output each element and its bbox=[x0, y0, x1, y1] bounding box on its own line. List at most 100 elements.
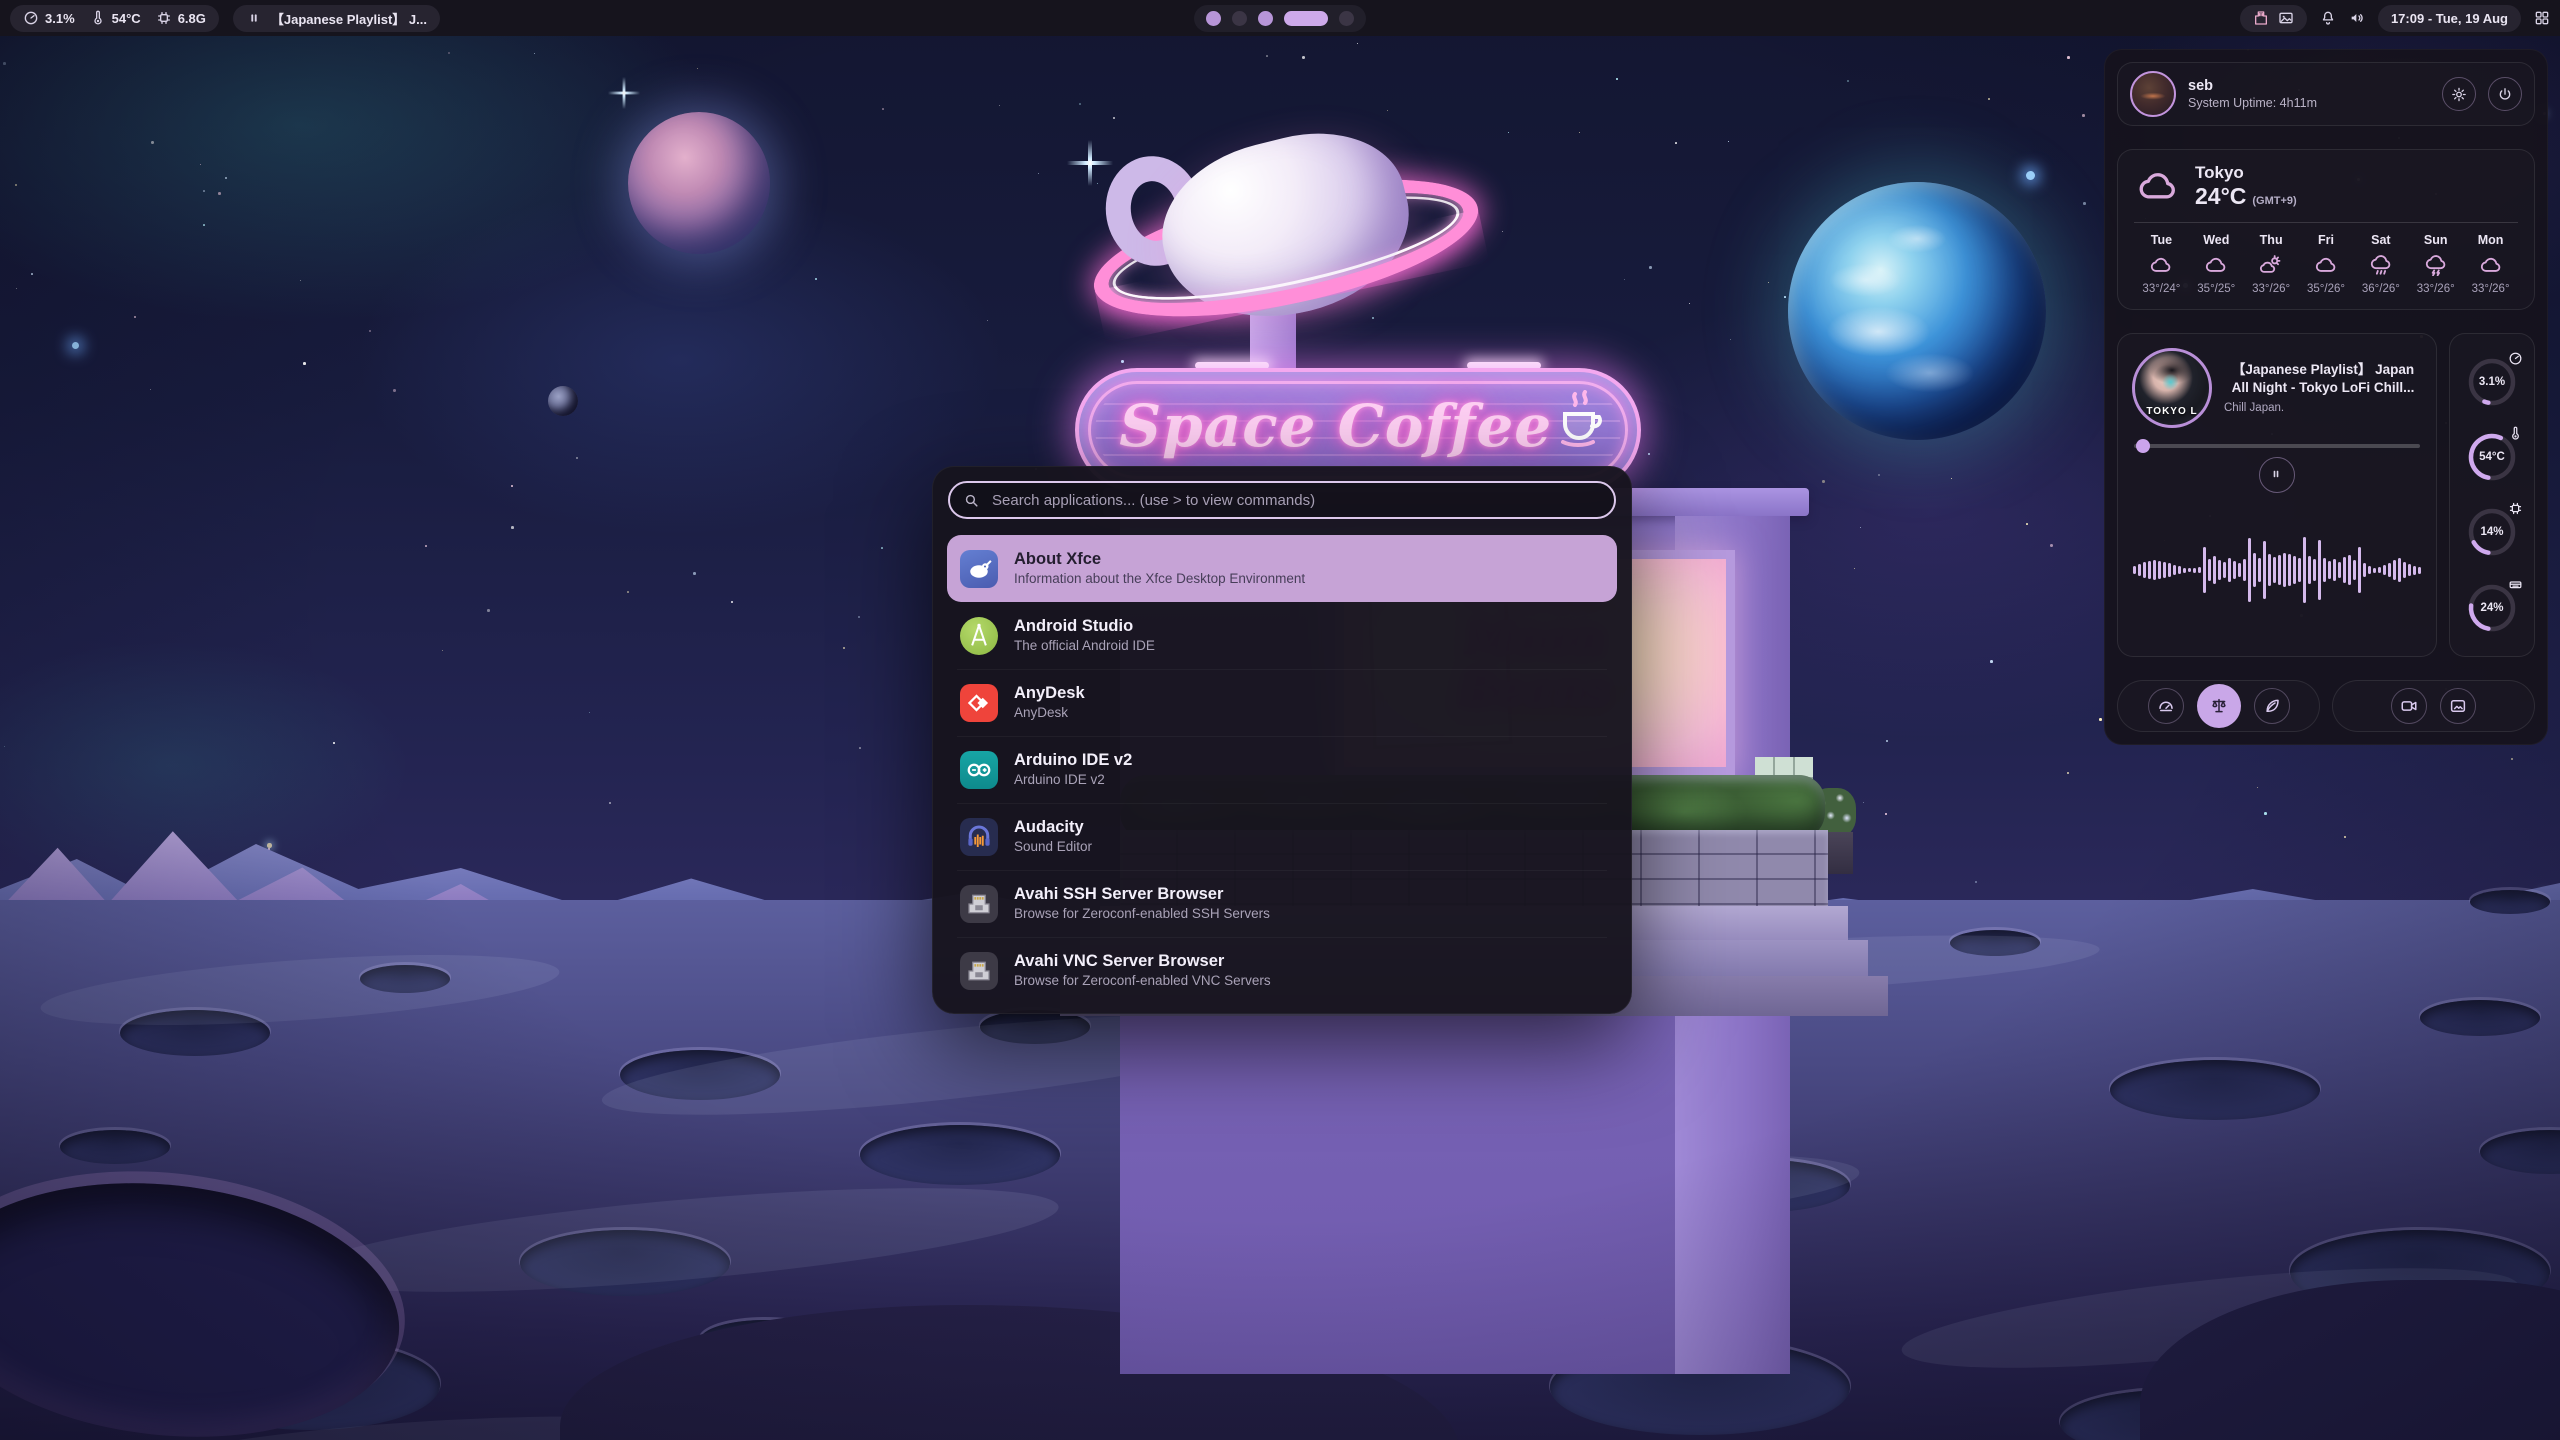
star bbox=[425, 545, 427, 547]
day-temperatures: 33°/26° bbox=[2417, 283, 2455, 295]
workspace-dot-4[interactable] bbox=[1284, 11, 1328, 26]
app-item-avahi-vnc-server-browser[interactable]: Avahi VNC Server Browser Browse for Zero… bbox=[947, 937, 1617, 1004]
notifications-bell-icon[interactable] bbox=[2320, 10, 2336, 26]
weather-city: Tokyo bbox=[2195, 163, 2297, 183]
sun-cloud-icon bbox=[2258, 254, 2284, 276]
audio-waveform bbox=[2132, 497, 2422, 644]
stat-value: 6.8G bbox=[178, 11, 206, 26]
bright-star bbox=[2026, 171, 2035, 180]
waveform-bar bbox=[2408, 564, 2411, 576]
app-description: Browse for Zeroconf-enabled VNC Servers bbox=[1014, 973, 1271, 990]
search-input[interactable] bbox=[990, 491, 1601, 510]
waveform-bar bbox=[2338, 562, 2341, 578]
network-icon[interactable] bbox=[2253, 10, 2269, 26]
app-item-anydesk[interactable]: AnyDesk AnyDesk bbox=[947, 669, 1617, 736]
waveform-bar bbox=[2248, 538, 2251, 602]
app-item-audacity[interactable]: Audacity Sound Editor bbox=[947, 803, 1617, 870]
desktop: FreshMoonBeans Space Coffee bbox=[0, 0, 2560, 1440]
clock[interactable]: 17:09 - Tue, 19 Aug bbox=[2378, 5, 2521, 32]
coffee-cup-neon-icon bbox=[1555, 390, 1607, 461]
star bbox=[1079, 103, 1081, 105]
crater bbox=[60, 1130, 170, 1164]
weather-forecast: Tue 33°/24° Wed 35°/25° Thu 33°/26° Fri … bbox=[2134, 233, 2518, 295]
weather-widget: Tokyo 24°C (GMT+9) Tue 33°/24° Wed 35°/2… bbox=[2117, 149, 2535, 310]
volume-speaker-icon[interactable] bbox=[2349, 10, 2365, 26]
avatar bbox=[2130, 71, 2176, 117]
waveform-bar bbox=[2198, 567, 2201, 573]
star bbox=[2050, 544, 2053, 547]
app-description: The official Android IDE bbox=[1014, 638, 1155, 655]
workspace-dot-1[interactable] bbox=[1206, 11, 1221, 26]
star bbox=[2067, 56, 2070, 59]
star bbox=[693, 572, 696, 575]
star-sparkle bbox=[623, 77, 626, 109]
system-stats-pill[interactable]: 3.1% 54°C 6.8G bbox=[10, 5, 219, 32]
workspace-dot-2[interactable] bbox=[1232, 11, 1247, 26]
waveform-bar bbox=[2343, 557, 2346, 583]
app-item-arduino-ide-v2[interactable]: Arduino IDE v2 Arduino IDE v2 bbox=[947, 736, 1617, 803]
waveform-bar bbox=[2383, 565, 2386, 575]
workspace-dot-3[interactable] bbox=[1258, 11, 1273, 26]
crater bbox=[860, 1125, 1060, 1185]
app-grid-icon[interactable] bbox=[2534, 10, 2550, 26]
wallpaper-icon[interactable] bbox=[2278, 10, 2294, 26]
performance-mode-button[interactable] bbox=[2148, 688, 2184, 724]
workspace-indicator[interactable] bbox=[1194, 5, 1366, 32]
star bbox=[31, 273, 33, 275]
app-item-avahi-ssh-server-browser[interactable]: Avahi SSH Server Browser Browse for Zero… bbox=[947, 870, 1617, 937]
star bbox=[859, 747, 861, 749]
waveform-bar bbox=[2233, 561, 2236, 579]
star bbox=[150, 389, 151, 390]
star bbox=[1302, 56, 1305, 59]
track-subtitle: Chill Japan. bbox=[2224, 402, 2422, 414]
star bbox=[16, 288, 17, 289]
waveform-bar bbox=[2193, 568, 2196, 573]
app-item-android-studio[interactable]: Android Studio The official Android IDE bbox=[947, 602, 1617, 669]
user-card: seb System Uptime: 4h11m bbox=[2117, 62, 2535, 126]
system-uptime: System Uptime: 4h11m bbox=[2188, 96, 2430, 110]
screen-record-button[interactable] bbox=[2391, 688, 2427, 724]
power-button[interactable] bbox=[2488, 77, 2522, 111]
day-label: Sat bbox=[2371, 233, 2390, 247]
star bbox=[589, 712, 590, 713]
waveform-bar bbox=[2268, 554, 2271, 586]
powersave-mode-button[interactable] bbox=[2254, 688, 2290, 724]
system-tray-pill[interactable] bbox=[2240, 5, 2307, 32]
waveform-bar bbox=[2218, 560, 2221, 580]
search-bar[interactable] bbox=[948, 481, 1616, 519]
settings-button[interactable] bbox=[2442, 77, 2476, 111]
pause-button[interactable] bbox=[2259, 457, 2295, 493]
day-temperatures: 33°/26° bbox=[2252, 283, 2290, 295]
track-progress-slider[interactable] bbox=[2134, 444, 2420, 448]
balanced-mode-button[interactable] bbox=[2197, 684, 2241, 728]
app-description: Sound Editor bbox=[1014, 839, 1092, 856]
waveform-bar bbox=[2223, 562, 2226, 578]
waveform-bar bbox=[2353, 560, 2356, 580]
clock-label: 17:09 - Tue, 19 Aug bbox=[2391, 11, 2508, 26]
forecast-day-mon: Mon 33°/26° bbox=[2463, 233, 2518, 295]
cloud-icon bbox=[2148, 254, 2174, 276]
top-panel: 3.1% 54°C 6.8G 【Japanese Playlist】 J... … bbox=[0, 0, 2560, 36]
arduino-app-icon bbox=[960, 751, 998, 789]
stat-thermometer-icon: 54°C bbox=[90, 10, 141, 26]
star bbox=[2026, 523, 2028, 525]
waveform-bar bbox=[2403, 562, 2406, 578]
waveform-bar bbox=[2278, 555, 2281, 585]
pause-icon bbox=[2269, 467, 2285, 483]
stat-value: 3.1% bbox=[45, 11, 75, 26]
progress-knob[interactable] bbox=[2136, 439, 2150, 453]
waveform-bar bbox=[2133, 566, 2136, 574]
star bbox=[151, 141, 154, 144]
workspace-dot-5[interactable] bbox=[1339, 11, 1354, 26]
music-player-widget: TOKYO L 【Japanese Playlist】 Japan All Ni… bbox=[2117, 333, 2437, 657]
waveform-bar bbox=[2188, 568, 2191, 572]
screenshot-button[interactable] bbox=[2440, 688, 2476, 724]
star bbox=[2099, 718, 2102, 721]
storm-icon bbox=[2423, 254, 2449, 276]
audacity-app-icon bbox=[960, 818, 998, 856]
media-player-pill[interactable]: 【Japanese Playlist】 J... bbox=[233, 5, 440, 32]
waveform-bar bbox=[2183, 568, 2186, 573]
thermometer-icon bbox=[90, 10, 106, 26]
app-item-about-xfce[interactable]: About Xfce Information about the Xfce De… bbox=[947, 535, 1617, 602]
waveform-bar bbox=[2178, 566, 2181, 574]
